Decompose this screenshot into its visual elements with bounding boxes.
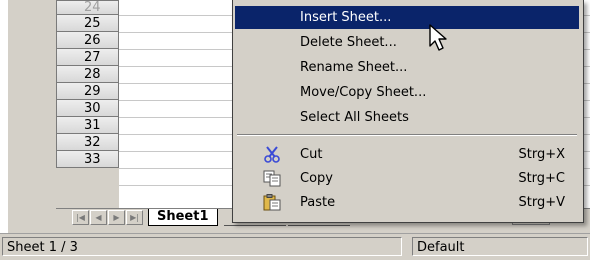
next-sheet-button[interactable]: ▶: [108, 210, 125, 225]
menu-item-select-all-sheets[interactable]: Select All Sheets: [235, 106, 579, 129]
tab-sheet1[interactable]: Sheet1: [148, 209, 218, 226]
menu-item-paste[interactable]: Paste Strg+V: [235, 191, 579, 214]
row-header-26[interactable]: 26: [56, 32, 119, 49]
window-left-border: [8, 0, 56, 208]
menu-item-label: Select All Sheets: [300, 110, 409, 125]
row-header-24[interactable]: 24: [56, 0, 119, 15]
menu-separator: [237, 134, 577, 136]
menu-item-label: Delete Sheet...: [300, 35, 397, 50]
menu-item-rename-sheet[interactable]: Rename Sheet...: [235, 56, 579, 79]
menu-item-label: Cut: [300, 147, 323, 162]
row-header-25[interactable]: 25: [56, 15, 119, 32]
row-header-27[interactable]: 27: [56, 49, 119, 66]
menu-item-copy[interactable]: Copy Strg+C: [235, 167, 579, 190]
row-headers: 24 25 26 27 28 29 30 31 32 33: [56, 0, 119, 168]
menu-item-label: Paste: [300, 195, 336, 210]
menu-item-move-copy-sheet[interactable]: Move/Copy Sheet...: [235, 81, 579, 104]
menu-item-label: Insert Sheet...: [300, 10, 392, 25]
menu-item-cut[interactable]: Cut Strg+X: [235, 143, 579, 166]
paste-icon: [263, 194, 281, 211]
menu-item-label: Move/Copy Sheet...: [300, 85, 427, 100]
last-sheet-button[interactable]: ▶|: [126, 210, 143, 225]
menu-item-label: Copy: [300, 171, 333, 186]
sheet-position: Sheet 1 / 3: [2, 237, 402, 256]
page-style[interactable]: Default: [412, 237, 588, 256]
menu-item-label: Rename Sheet...: [300, 60, 408, 75]
row-header-29[interactable]: 29: [56, 83, 119, 100]
sheet-context-menu: Insert Sheet... Delete Sheet... Rename S…: [232, 0, 584, 223]
menu-item-shortcut: Strg+C: [518, 171, 565, 186]
menu-item-shortcut: Strg+V: [518, 195, 565, 210]
menu-item-delete-sheet[interactable]: Delete Sheet...: [235, 31, 579, 54]
scissors-icon: [264, 146, 280, 163]
status-bar: Sheet 1 / 3 Default: [0, 233, 590, 260]
mouse-pointer-icon: [429, 24, 447, 51]
row-header-30[interactable]: 30: [56, 100, 119, 117]
previous-sheet-button[interactable]: ◀: [90, 210, 107, 225]
row-header-33[interactable]: 33: [56, 151, 119, 168]
copy-icon: [263, 170, 281, 187]
menu-item-shortcut: Strg+X: [518, 147, 565, 162]
row-header-28[interactable]: 28: [56, 66, 119, 83]
row-header-32[interactable]: 32: [56, 134, 119, 151]
row-header-31[interactable]: 31: [56, 117, 119, 134]
menu-item-insert-sheet[interactable]: Insert Sheet...: [235, 6, 579, 29]
first-sheet-button[interactable]: |◀: [72, 210, 89, 225]
